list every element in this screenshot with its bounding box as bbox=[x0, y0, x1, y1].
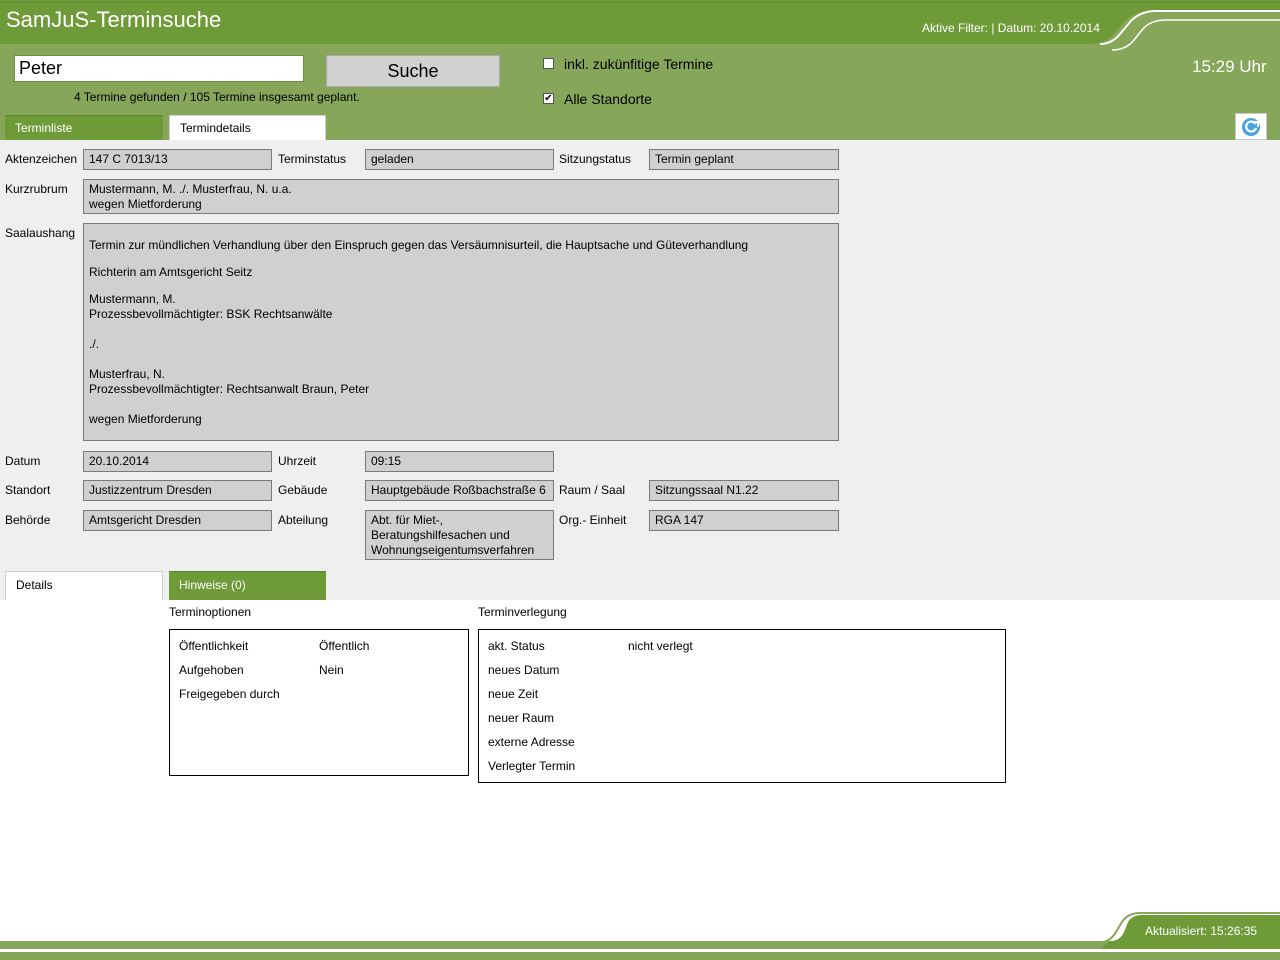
terminoptionen-title: Terminoptionen bbox=[169, 605, 252, 619]
abteilung-line: Beratungshilfesachen und bbox=[371, 528, 510, 542]
saalaushang-field: Termin zur mündlichen Verhandlung über d… bbox=[83, 223, 839, 441]
sitzungsstatus-label: Sitzungstatus bbox=[559, 152, 632, 166]
raum-field: Sitzungssaal N1.22 bbox=[649, 480, 839, 501]
abteilung-label: Abteilung bbox=[278, 513, 329, 527]
datum-label: Datum bbox=[5, 454, 41, 468]
terminstatus-field: geladen bbox=[365, 149, 554, 170]
tab-termindetails[interactable]: Termindetails bbox=[169, 115, 326, 140]
option-value: Nein bbox=[319, 663, 344, 677]
saalaushang-line: Termin zur mündlichen Verhandlung über d… bbox=[89, 238, 749, 252]
refresh-button[interactable] bbox=[1235, 113, 1267, 140]
standort-label: Standort bbox=[5, 483, 51, 497]
saalaushang-line: Prozessbevollmächtigter: BSK Rechtsanwäl… bbox=[89, 307, 333, 321]
saalaushang-line: Prozessbevollmächtigter: Rechtsanwalt Br… bbox=[89, 382, 370, 396]
gebaeude-field: Hauptgebäude Roßbachstraße 6 bbox=[365, 480, 554, 501]
tab-terminliste[interactable]: Terminliste bbox=[5, 115, 163, 140]
app-title: SamJuS-Terminsuche bbox=[6, 7, 222, 32]
verlegung-label: neuer Raum bbox=[488, 711, 555, 725]
behoerde-label: Behörde bbox=[5, 513, 51, 527]
verlegung-label: neues Datum bbox=[488, 663, 560, 677]
kurzrubrum-field: Mustermann, M. ./. Musterfrau, N. u.a. w… bbox=[83, 179, 839, 214]
option-value: Öffentlich bbox=[319, 639, 370, 653]
all-sites-label: Alle Standorte bbox=[564, 91, 652, 107]
org-einheit-field: RGA 147 bbox=[649, 510, 839, 531]
saalaushang-line: ./. bbox=[89, 337, 100, 351]
option-label: Öffentlichkeit bbox=[179, 639, 249, 653]
option-label: Freigegeben durch bbox=[179, 687, 280, 701]
aktenzeichen-field: 147 C 7013/13 bbox=[83, 149, 272, 170]
behoerde-field: Amtsgericht Dresden bbox=[83, 510, 272, 531]
aktenzeichen-label: Aktenzeichen bbox=[5, 152, 78, 166]
verlegung-label: Verlegter Termin bbox=[488, 759, 576, 773]
option-label: Aufgehoben bbox=[179, 663, 244, 677]
refresh-icon bbox=[1242, 118, 1260, 136]
active-filter-text: Aktive Filter: | Datum: 20.10.2014 bbox=[922, 21, 1100, 35]
abteilung-field: Abt. für Miet-, Beratungshilfesachen und… bbox=[365, 510, 554, 560]
kurzrubrum-line: wegen Mietforderung bbox=[89, 197, 202, 211]
raum-label: Raum / Saal bbox=[559, 483, 626, 497]
uhrzeit-label: Uhrzeit bbox=[278, 454, 317, 468]
terminstatus-label: Terminstatus bbox=[278, 152, 347, 166]
future-appointments-checkbox[interactable] bbox=[543, 58, 554, 69]
saalaushang-line: wegen Mietforderung bbox=[89, 412, 202, 426]
kurzrubrum-label: Kurzrubrum bbox=[5, 182, 68, 196]
uhrzeit-field: 09:15 bbox=[365, 451, 554, 472]
search-input[interactable] bbox=[14, 55, 304, 82]
terminverlegung-title: Terminverlegung bbox=[478, 605, 567, 619]
footer-bar bbox=[0, 912, 1280, 960]
tab-details[interactable]: Details bbox=[5, 571, 163, 600]
org-einheit-label: Org.- Einheit bbox=[559, 513, 627, 527]
saalaushang-label: Saalaushang bbox=[5, 226, 76, 240]
verlegung-label: akt. Status bbox=[488, 639, 545, 653]
all-sites-checkbox[interactable]: ✔ bbox=[543, 93, 554, 104]
saalaushang-line: Musterfrau, N. bbox=[89, 367, 166, 381]
last-updated-text: Aktualisiert: 15:26:35 bbox=[1145, 924, 1258, 938]
datum-field: 20.10.2014 bbox=[83, 451, 272, 472]
verlegung-label: neue Zeit bbox=[488, 687, 539, 701]
standort-field: Justizzentrum Dresden bbox=[83, 480, 272, 501]
abteilung-line: Wohnungseigentumsverfahren bbox=[371, 543, 535, 557]
future-appointments-label: inkl. zukünfitige Termine bbox=[564, 56, 714, 72]
tab-hinweise[interactable]: Hinweise (0) bbox=[169, 571, 326, 600]
abteilung-line: Abt. für Miet-, bbox=[371, 513, 444, 527]
clock: 15:29 Uhr bbox=[1192, 57, 1267, 76]
verlegung-label: externe Adresse bbox=[488, 735, 575, 749]
verlegung-value: nicht verlegt bbox=[628, 639, 693, 653]
saalaushang-line: Mustermann, M. bbox=[89, 292, 176, 306]
sitzungsstatus-field: Termin geplant bbox=[649, 149, 839, 170]
kurzrubrum-line: Mustermann, M. ./. Musterfrau, N. u.a. bbox=[89, 182, 292, 196]
gebaeude-label: Gebäude bbox=[278, 483, 328, 497]
search-button[interactable]: Suche bbox=[326, 55, 500, 87]
saalaushang-line: Richterin am Amtsgericht Seitz bbox=[89, 265, 253, 279]
search-result-summary: 4 Termine gefunden / 105 Termine insgesa… bbox=[74, 90, 360, 104]
